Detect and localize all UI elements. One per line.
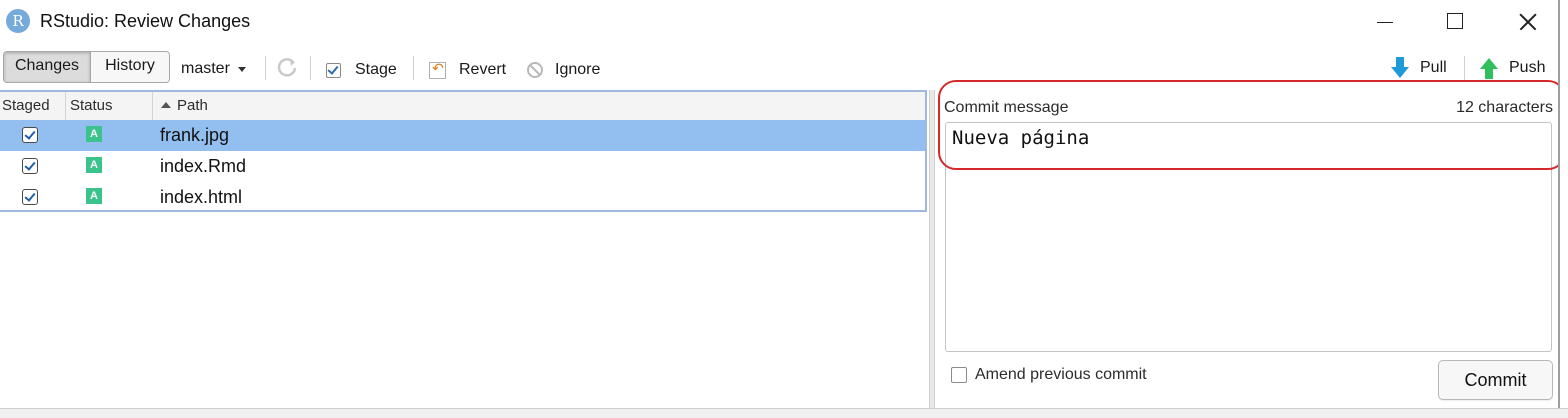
tab-changes[interactable]: Changes <box>4 52 91 82</box>
ignore-button[interactable]: Ignore <box>527 47 600 93</box>
toolbar-divider <box>413 56 414 80</box>
commit-message-text: Nueva página <box>952 127 1090 149</box>
commit-pane: Commit message 12 characters Nueva págin… <box>935 90 1560 408</box>
stage-button[interactable]: Stage <box>326 47 397 93</box>
staged-checkbox[interactable] <box>22 127 38 143</box>
column-header-staged[interactable]: Staged <box>0 92 66 120</box>
chevron-down-icon <box>237 66 246 72</box>
sort-ascending-icon <box>161 102 171 108</box>
revert-icon <box>429 60 446 79</box>
tab-history[interactable]: History <box>91 52 169 82</box>
character-count: 12 characters <box>1456 99 1553 116</box>
branch-label: master <box>181 60 230 77</box>
file-path: index.html <box>160 187 243 207</box>
file-path: frank.jpg <box>160 125 230 145</box>
refresh-icon[interactable] <box>276 56 298 78</box>
table-header: Staged Status Path <box>0 92 925 121</box>
push-button[interactable]: Push <box>1479 45 1545 91</box>
amend-checkbox[interactable] <box>951 367 967 383</box>
pull-button[interactable]: Pull <box>1390 45 1447 91</box>
amend-label: Amend previous commit <box>975 366 1147 383</box>
ignore-icon <box>527 62 543 78</box>
branch-dropdown[interactable]: master <box>181 46 246 92</box>
toolbar-divider <box>1464 56 1465 80</box>
status-added-icon: A <box>86 126 102 142</box>
stage-label: Stage <box>355 61 397 78</box>
table-row[interactable]: A index.Rmd <box>0 151 925 182</box>
staged-checkbox[interactable] <box>22 189 38 205</box>
toolbar-divider <box>265 56 266 80</box>
revert-button[interactable]: Revert <box>429 47 506 93</box>
table-row[interactable]: A index.html <box>0 182 925 213</box>
arrow-down-icon <box>1391 57 1409 78</box>
column-header-status[interactable]: Status <box>66 92 153 120</box>
status-added-icon: A <box>86 157 102 173</box>
column-header-path[interactable]: Path <box>153 92 923 120</box>
toolbar-divider <box>310 56 311 80</box>
column-header-path-label: Path <box>177 97 208 114</box>
pull-label: Pull <box>1420 59 1447 76</box>
file-path: index.Rmd <box>160 156 247 176</box>
revert-label: Revert <box>459 61 507 78</box>
ignore-label: Ignore <box>555 61 601 78</box>
arrow-up-icon <box>1480 58 1498 79</box>
title-bar: R RStudio: Review Changes <box>0 0 1568 44</box>
push-label: Push <box>1509 59 1546 76</box>
changes-pane: Staged Status Path A frank.jpg A index.R… <box>0 90 929 408</box>
amend-checkbox-row[interactable]: Amend previous commit <box>951 366 1147 384</box>
window-edge <box>1558 0 1568 417</box>
staged-checkbox[interactable] <box>22 158 38 174</box>
commit-message-label: Commit message <box>944 99 1069 116</box>
toolbar: Changes History master Stage Revert Igno… <box>0 44 1560 90</box>
checkbox-icon <box>326 62 341 78</box>
view-switcher: Changes History <box>3 51 170 83</box>
table-row[interactable]: A frank.jpg <box>0 120 925 151</box>
changes-table: Staged Status Path A frank.jpg A index.R… <box>0 90 927 212</box>
close-button[interactable] <box>1492 0 1560 44</box>
maximize-button[interactable] <box>1421 0 1489 44</box>
commit-message-input[interactable]: Nueva página <box>945 122 1552 352</box>
rstudio-logo-icon: R <box>6 9 30 33</box>
minimize-button[interactable] <box>1350 0 1418 44</box>
window-title: RStudio: Review Changes <box>40 11 251 31</box>
status-added-icon: A <box>86 188 102 204</box>
commit-button[interactable]: Commit <box>1438 360 1553 400</box>
